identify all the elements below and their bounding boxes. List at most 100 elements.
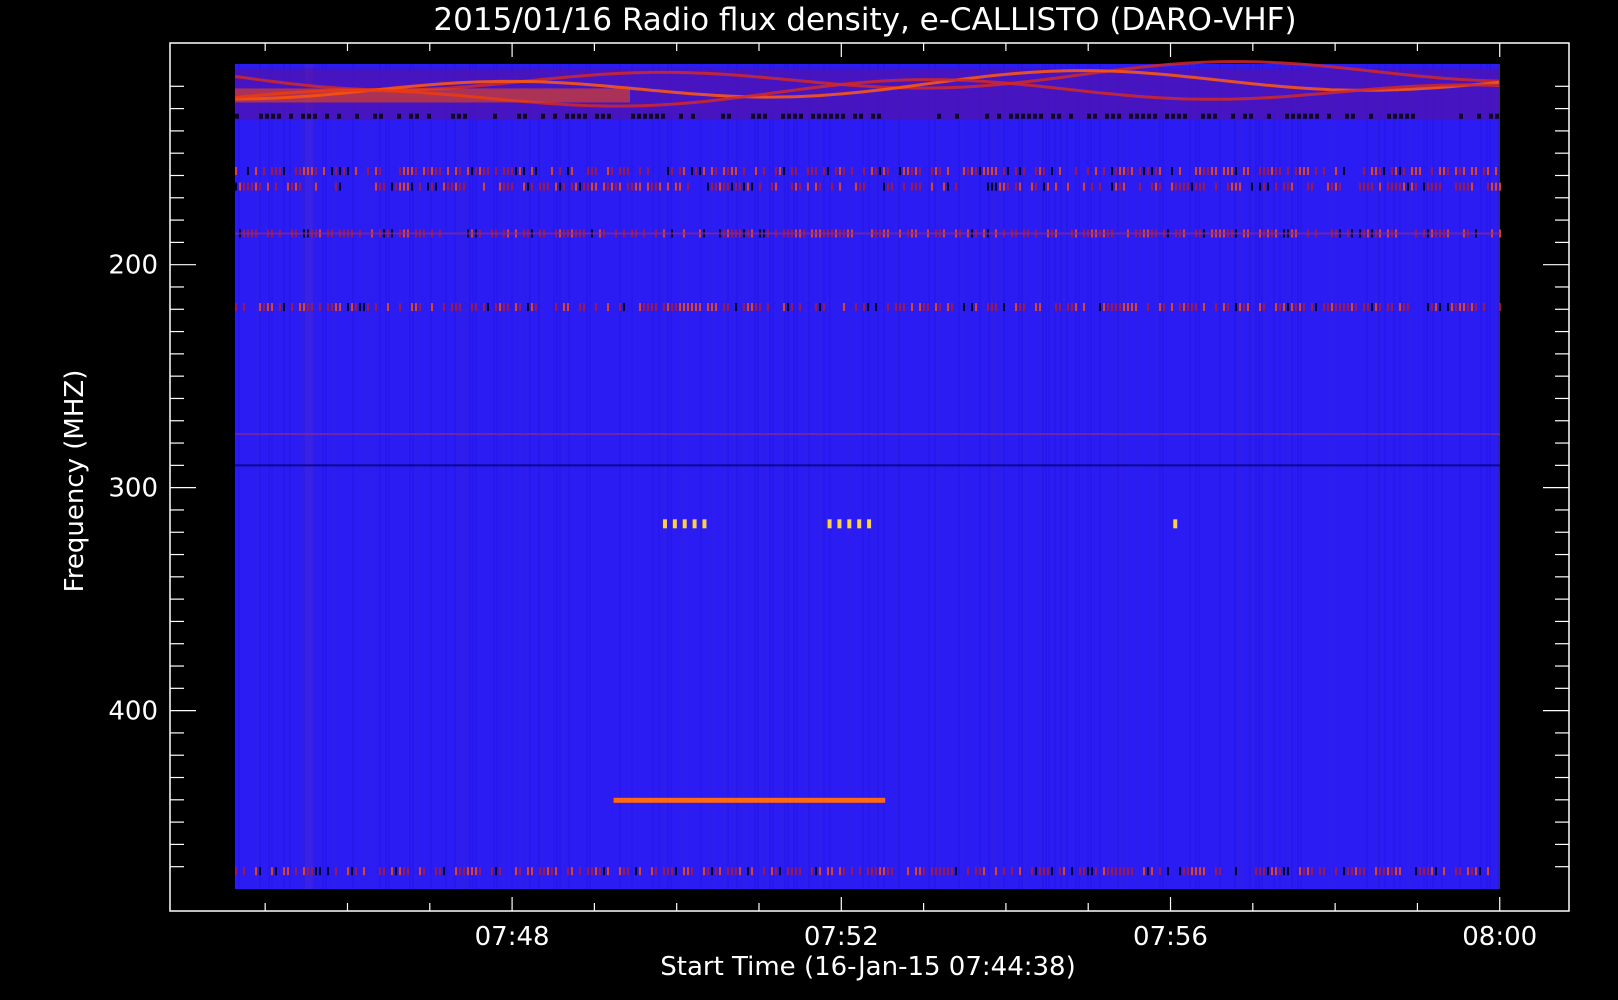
interference-mark (1471, 867, 1473, 876)
interference-mark (435, 867, 437, 876)
interference-mark (1331, 303, 1333, 312)
interference-mark (603, 867, 605, 876)
emission-shadow (679, 113, 683, 119)
interference-mark (415, 303, 417, 312)
interference-mark (283, 867, 285, 876)
emission-shadow (583, 113, 587, 119)
interference-mark (503, 182, 505, 191)
interference-mark (1387, 182, 1389, 191)
interference-mark (775, 867, 777, 876)
interference-mark (1195, 303, 1197, 312)
column-texture (670, 64, 672, 889)
x-tick-label: 07:48 (475, 922, 550, 952)
interference-mark (523, 167, 525, 176)
column-texture (475, 64, 477, 889)
interference-mark (1199, 182, 1201, 191)
interference-mark (551, 867, 553, 876)
interference-mark (1315, 303, 1317, 312)
interference-mark (887, 167, 889, 176)
interference-mark (983, 867, 985, 876)
interference-mark (947, 182, 949, 191)
burst-spot (867, 519, 872, 529)
interference-mark (1391, 303, 1393, 312)
emission-shadow (427, 113, 431, 119)
interference-mark (875, 167, 877, 176)
interference-mark (1231, 182, 1233, 191)
interference-mark (1003, 303, 1005, 312)
interference-mark (451, 303, 453, 312)
column-texture (805, 64, 807, 889)
interference-mark (315, 167, 317, 176)
emission-shadow (463, 113, 467, 119)
emission-shadow (415, 113, 419, 119)
interference-mark (1251, 182, 1253, 191)
interference-mark (763, 867, 765, 876)
interference-mark (251, 182, 253, 191)
interference-mark (1339, 303, 1341, 312)
interference-mark (1303, 867, 1305, 876)
interference-mark (651, 303, 653, 312)
interference-mark (323, 167, 325, 176)
interference-mark (1335, 303, 1337, 312)
interference-mark (355, 167, 357, 176)
interference-mark (835, 167, 837, 176)
interference-mark (1327, 182, 1329, 191)
emission-shadow (997, 113, 1001, 119)
interference-mark (1167, 867, 1169, 876)
interference-mark (975, 167, 977, 176)
interference-mark (1127, 867, 1129, 876)
interference-mark (563, 303, 565, 312)
interference-mark (1003, 167, 1005, 176)
interference-mark (235, 303, 237, 312)
interference-mark (571, 867, 573, 876)
interference-mark (355, 867, 357, 876)
interference-mark (655, 867, 657, 876)
interference-mark (1263, 182, 1265, 191)
interference-mark (343, 167, 345, 176)
interference-mark (335, 182, 337, 191)
interference-mark (455, 182, 457, 191)
interference-mark (867, 303, 869, 312)
interference-mark (1435, 303, 1437, 312)
interference-mark (843, 303, 845, 312)
interference-mark (1015, 303, 1017, 312)
interference-mark (1455, 303, 1457, 312)
interference-mark (583, 303, 585, 312)
interference-mark (431, 303, 433, 312)
column-texture (1219, 64, 1221, 889)
interference-mark (431, 167, 433, 176)
interference-mark (671, 303, 673, 312)
interference-mark (1363, 182, 1365, 191)
faint-row (235, 464, 1500, 467)
emission-shadow (1345, 113, 1349, 119)
emission-shadow (1015, 113, 1019, 119)
interference-mark (527, 867, 529, 876)
interference-mark (1003, 182, 1005, 191)
interference-mark (1191, 867, 1193, 876)
interference-mark (535, 167, 537, 176)
emission-shadow (1495, 113, 1499, 119)
interference-mark (1035, 182, 1037, 191)
interference-mark (303, 867, 305, 876)
interference-mark (555, 182, 557, 191)
interference-mark (483, 167, 485, 176)
interference-mark (599, 867, 601, 876)
emission-shadow (1231, 113, 1235, 119)
interference-mark (691, 303, 693, 312)
interference-mark (831, 182, 833, 191)
interference-mark (1275, 867, 1277, 876)
interference-mark (455, 867, 457, 876)
interference-mark (339, 303, 341, 312)
interference-mark (1099, 303, 1101, 312)
column-texture (1489, 64, 1491, 889)
interference-mark (595, 867, 597, 876)
interference-mark (1439, 167, 1441, 176)
interference-mark (727, 167, 729, 176)
interference-mark (891, 867, 893, 876)
interference-mark (639, 182, 641, 191)
interference-mark (1471, 167, 1473, 176)
interference-mark (687, 867, 689, 876)
emission-shadow (541, 113, 545, 119)
interference-mark (1403, 167, 1405, 176)
interference-mark (1323, 167, 1325, 176)
